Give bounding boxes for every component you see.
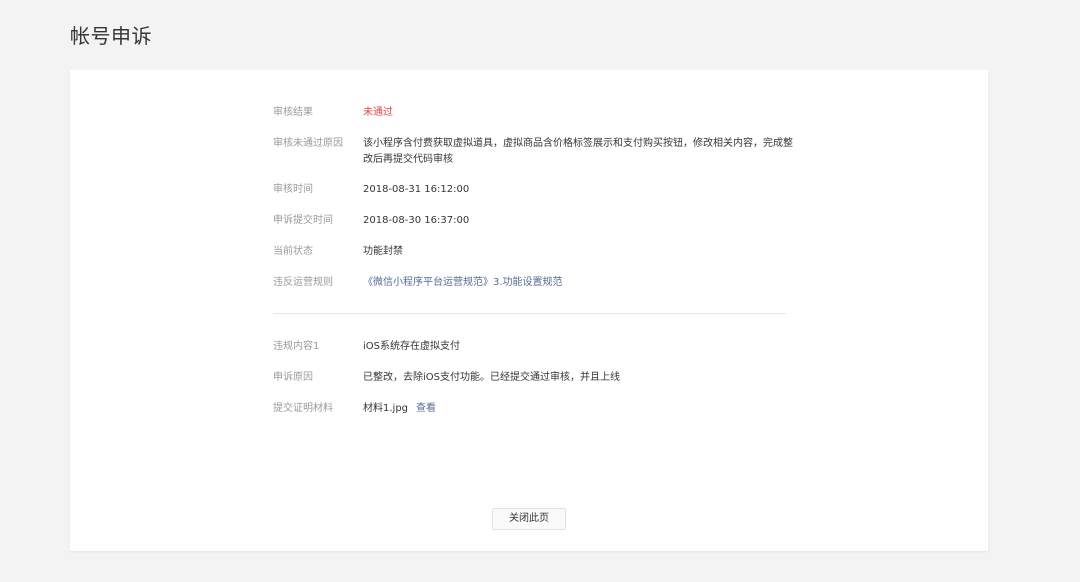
violation-content-label: 违规内容1 [273,341,320,352]
evidence-label: 提交证明材料 [273,403,333,414]
section-divider [273,313,786,314]
review-result-label: 审核结果 [273,107,313,118]
appeal-time-label: 申诉提交时间 [273,215,333,226]
reject-reason-value: 该小程序含付费获取虚拟道具，虚拟商品含价格标签展示和支付购买按钮，修改相关内容，… [363,138,793,165]
review-result-value: 未通过 [363,107,393,118]
violated-rule-label: 违反运营规则 [273,277,333,288]
view-evidence-link[interactable]: 查看 [416,403,436,414]
reject-reason-label: 审核未通过原因 [273,138,343,149]
evidence-value: 材料1.jpg 查看 [363,401,793,417]
appeal-time-value: 2018-08-30 16:37:00 [363,215,470,226]
current-status-value: 功能封禁 [363,246,403,257]
appeal-detail-card: 审核结果 未通过 审核未通过原因 该小程序含付费获取虚拟道具，虚拟商品含价格标签… [70,70,988,551]
current-status-label: 当前状态 [273,246,313,257]
violated-rule-link[interactable]: 《微信小程序平台运营规范》3.功能设置规范 [363,275,793,291]
review-time-value: 2018-08-31 16:12:00 [363,184,470,195]
violation-content-value: iOS系统存在虚拟支付 [363,341,460,352]
page-title: 帐号申诉 [70,24,152,48]
appeal-reason-label: 申诉原因 [273,372,313,383]
close-page-button[interactable]: 关闭此页 [492,508,566,530]
review-time-label: 审核时间 [273,184,313,195]
appeal-reason-value: 已整改，去除iOS支付功能。已经提交通过审核，并且上线 [363,372,620,383]
evidence-file-name: 材料1.jpg [363,403,409,414]
